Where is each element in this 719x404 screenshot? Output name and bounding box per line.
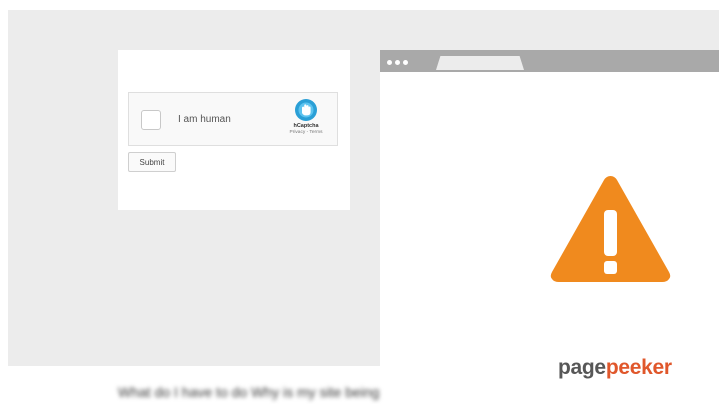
blurred-footer-text: What do I have to do Why is my site bein… [118,384,380,400]
browser-titlebar [380,50,719,86]
hcaptcha-widget: I am human hCaptcha Privacy - Terms [128,92,338,146]
window-dot [387,59,392,65]
watermark-part2: peeker [605,356,672,379]
privacy-terms-links[interactable]: Privacy - Terms [283,130,329,135]
browser-toolbar [380,72,719,86]
submit-button[interactable]: Submit [128,152,176,172]
window-dot [395,59,400,65]
captcha-form-card: I am human hCaptcha Privacy - Terms Subm… [118,50,350,210]
window-controls [387,56,408,68]
browser-tab [436,56,524,70]
hcaptcha-logo-icon [283,98,329,122]
warning-icon [550,176,671,282]
human-checkbox[interactable] [141,110,161,130]
hcaptcha-brand: hCaptcha [293,123,319,129]
hcaptcha-logo-block: hCaptcha Privacy - Terms [283,98,329,135]
window-dot [403,59,408,65]
captcha-label: I am human [178,114,231,125]
pagepeeker-watermark: pagepeeker [558,356,672,380]
watermark-part1: page [558,356,606,379]
